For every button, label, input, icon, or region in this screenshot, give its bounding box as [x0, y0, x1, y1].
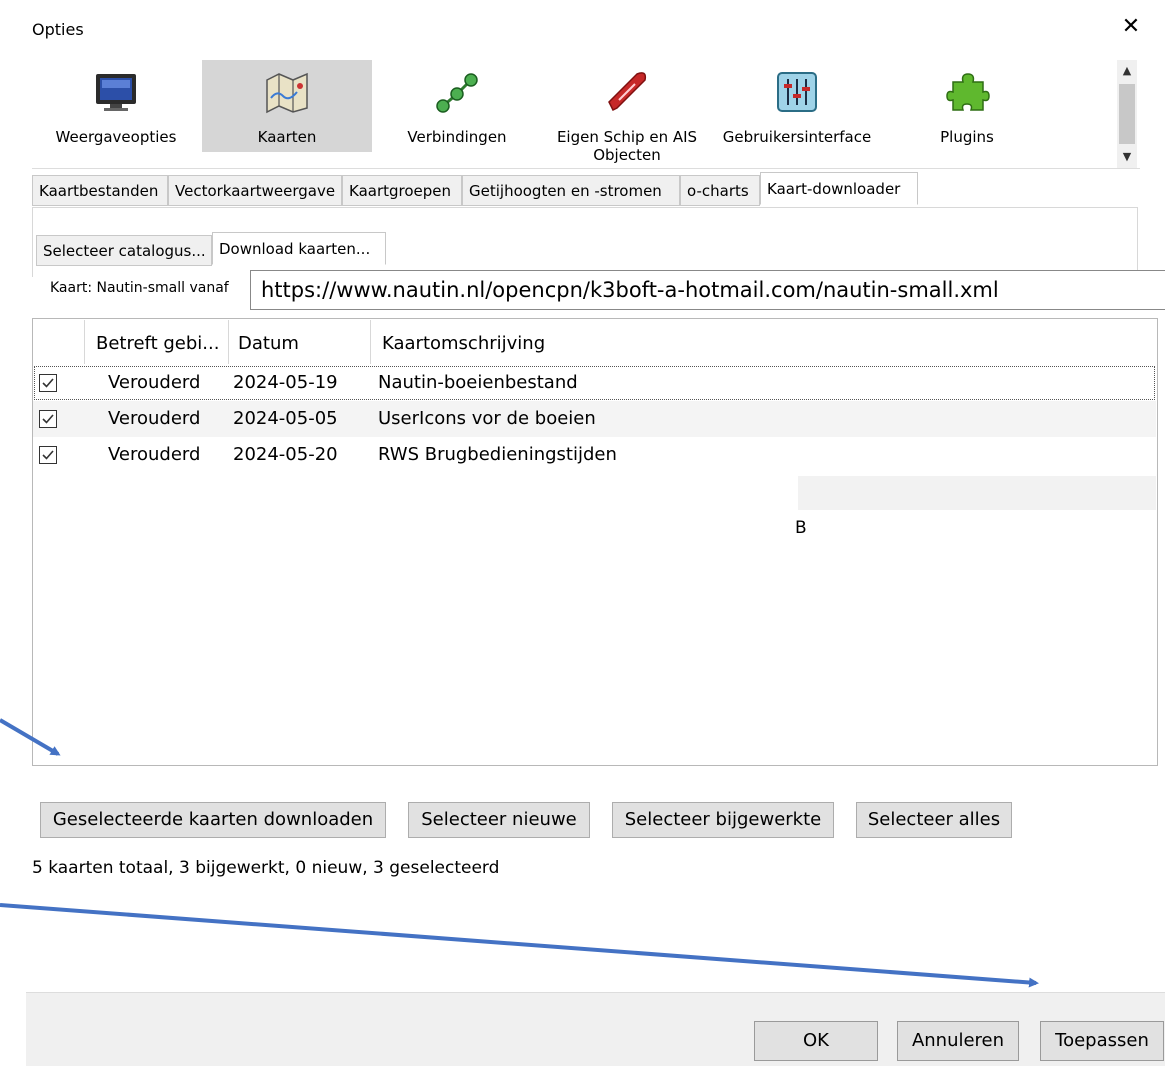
row-description: UserIcons vor de boeien	[378, 401, 596, 437]
check-icon	[41, 376, 55, 390]
column-header-description[interactable]: Kaartomschrijving	[382, 330, 545, 358]
monitor-icon	[92, 68, 140, 116]
column-header-date[interactable]: Datum	[238, 330, 299, 358]
tab-download-charts[interactable]: Download kaarten...	[212, 232, 386, 265]
stray-text: B	[795, 518, 807, 538]
toolbar-label: Kaarten	[202, 128, 372, 146]
toolbar-user-interface[interactable]: Gebruikersinterface	[712, 60, 882, 152]
row-description: Nautin-boeienbestand	[378, 365, 578, 401]
check-icon	[41, 412, 55, 426]
row-date: 2024-05-19	[233, 365, 338, 401]
sliders-icon	[773, 68, 821, 116]
download-selected-button[interactable]: Geselecteerde kaarten downloaden	[40, 802, 386, 838]
annotation-arrow	[0, 905, 1036, 983]
close-icon[interactable]: ✕	[1118, 14, 1144, 40]
puzzle-icon	[943, 68, 991, 116]
tab-tides-currents[interactable]: Getijhoogten en -stromen	[462, 175, 680, 206]
toolbar-label: Gebruikersinterface	[712, 128, 882, 146]
table-row[interactable]: Verouderd 2024-05-05 UserIcons vor de bo…	[33, 401, 1156, 437]
row-checkbox[interactable]	[39, 410, 57, 428]
check-icon	[41, 448, 55, 462]
tab-vector-charts[interactable]: Vectorkaartweergave	[168, 175, 342, 206]
row-date: 2024-05-05	[233, 401, 338, 437]
select-updated-button[interactable]: Selecteer bijgewerkte	[612, 802, 834, 838]
column-separator	[228, 320, 229, 364]
cancel-button[interactable]: Annuleren	[897, 1021, 1019, 1061]
tab-chart-files[interactable]: Kaartbestanden	[32, 175, 168, 206]
connections-icon	[433, 68, 481, 116]
options-toolbar: Weergaveopties Kaarten Verbindingen Eige…	[32, 60, 1140, 169]
toolbar-label: Weergaveopties	[32, 128, 200, 146]
scroll-down-icon[interactable]: ▼	[1117, 148, 1137, 166]
toolbar-label: Verbindingen	[372, 128, 542, 146]
scrollbar-thumb[interactable]	[1119, 84, 1135, 144]
status-text: 5 kaarten totaal, 3 bijgewerkt, 0 nieuw,…	[32, 858, 499, 878]
toolbar-charts[interactable]: Kaarten	[202, 60, 372, 152]
map-icon	[263, 68, 311, 116]
window-title: Opties	[32, 20, 84, 39]
tab-o-charts[interactable]: o-charts	[680, 175, 760, 206]
row-date: 2024-05-20	[233, 437, 338, 473]
row-checkbox[interactable]	[39, 446, 57, 464]
tab-chart-groups[interactable]: Kaartgroepen	[342, 175, 462, 206]
table-row[interactable]: Verouderd 2024-05-20 RWS Brugbedieningst…	[33, 437, 1156, 473]
tab-select-catalog[interactable]: Selecteer catalogus...	[36, 235, 212, 266]
column-header-area[interactable]: Betreft gebi...	[96, 330, 219, 358]
table-row[interactable]: Verouderd 2024-05-19 Nautin-boeienbestan…	[33, 365, 1156, 401]
ok-button[interactable]: OK	[754, 1021, 878, 1061]
ship-icon	[603, 68, 651, 116]
apply-button[interactable]: Toepassen	[1040, 1021, 1164, 1061]
toolbar-own-ship[interactable]: Eigen Schip en AIS Objecten	[542, 60, 712, 152]
toolbar-label: Plugins	[882, 128, 1052, 146]
scroll-up-icon[interactable]: ▲	[1117, 62, 1137, 80]
row-status: Verouderd	[108, 437, 200, 473]
source-url: https://www.nautin.nl/opencpn/k3boft-a-h…	[250, 270, 1165, 310]
list-artifact-strip	[798, 476, 1156, 510]
select-new-button[interactable]: Selecteer nieuwe	[408, 802, 590, 838]
row-status: Verouderd	[108, 365, 200, 401]
toolbar-connections[interactable]: Verbindingen	[372, 60, 542, 152]
select-all-button[interactable]: Selecteer alles	[856, 802, 1012, 838]
column-separator	[370, 320, 371, 364]
toolbar-label: Eigen Schip en AIS Objecten	[542, 128, 712, 164]
source-label: Kaart: Nautin-small vanaf	[50, 280, 229, 296]
row-status: Verouderd	[108, 401, 200, 437]
title-bar	[0, 0, 1165, 60]
toolbar-display-options[interactable]: Weergaveopties	[32, 60, 200, 152]
row-description: RWS Brugbedieningstijden	[378, 437, 617, 473]
tab-chart-downloader[interactable]: Kaart-downloader	[760, 172, 918, 205]
row-checkbox[interactable]	[39, 374, 57, 392]
column-separator	[84, 320, 85, 364]
toolbar-plugins[interactable]: Plugins	[882, 60, 1052, 152]
toolbar-scrollbar[interactable]: ▲ ▼	[1117, 60, 1137, 168]
